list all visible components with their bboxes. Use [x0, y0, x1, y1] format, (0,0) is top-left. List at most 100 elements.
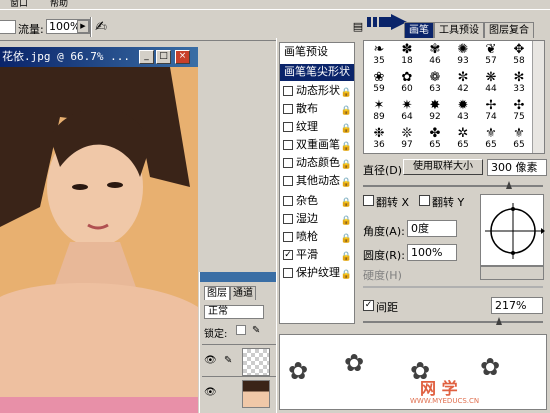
brush-tip-item[interactable]: ✣ 75: [506, 99, 532, 122]
checkbox[interactable]: [283, 268, 293, 278]
sidebar-item-scattering[interactable]: 散布 🔒: [280, 101, 354, 118]
brush-tip-size: 58: [513, 56, 525, 66]
brush-tip-size: 63: [429, 84, 441, 94]
layer-row[interactable]: 👁: [202, 376, 276, 410]
brush-tip-item[interactable]: ✢ 74: [478, 99, 504, 122]
sidebar-item-other-dynamics[interactable]: 其他动态 🔒: [280, 173, 354, 190]
brush-tip-item[interactable]: ❀ 59: [366, 71, 392, 94]
palette-toggle-icon[interactable]: ▤: [350, 19, 366, 34]
checkbox[interactable]: [283, 86, 293, 96]
checkbox-checked[interactable]: ✓: [283, 250, 293, 260]
blend-mode-select[interactable]: 正常: [204, 305, 264, 319]
checkbox[interactable]: [283, 196, 293, 206]
lock-icon: 🔒: [340, 88, 352, 98]
lock-brush-icon[interactable]: ✎: [252, 325, 264, 337]
brush-tip-item[interactable]: ✻ 33: [506, 71, 532, 94]
flow-dropdown-button[interactable]: ▶: [77, 20, 89, 33]
sidebar-item-airbrush[interactable]: 喷枪 🔒: [280, 229, 354, 246]
portrait-illustration: [0, 67, 198, 413]
tab-tool-presets[interactable]: 工具预设: [434, 22, 484, 38]
spacing-checkbox[interactable]: ✓: [363, 300, 374, 311]
tab-layer-comps[interactable]: 图层复合: [484, 22, 534, 38]
roundness-input[interactable]: 100%: [407, 244, 457, 261]
brush-tip-item[interactable]: ❁ 63: [422, 71, 448, 94]
minimize-button[interactable]: _: [139, 50, 154, 64]
sidebar-item-color-dynamics[interactable]: 动态颜色 🔒: [280, 155, 354, 172]
tab-brushes[interactable]: 画笔: [404, 22, 434, 38]
angle-roundness-widget[interactable]: [480, 194, 545, 266]
sidebar-item-brush-tip-shape[interactable]: 画笔笔尖形状: [280, 64, 354, 81]
close-button[interactable]: ×: [175, 50, 190, 64]
brush-tip-item[interactable]: ⚜ 65: [506, 127, 532, 150]
brush-tip-item[interactable]: ✲ 65: [450, 127, 476, 150]
use-sample-size-button[interactable]: 使用取样大小: [403, 159, 483, 175]
layers-panel: 图层 通道 正常 锁定: ✎ 👁 ✎ 👁: [199, 272, 276, 413]
sidebar-item-smoothing[interactable]: ✓ 平滑 🔒: [280, 247, 354, 264]
spacing-slider[interactable]: [363, 321, 543, 323]
eye-icon[interactable]: 👁: [204, 355, 217, 366]
tab-layers[interactable]: 图层: [204, 286, 230, 300]
checkbox[interactable]: [283, 214, 293, 224]
brush-tip-size: 89: [373, 112, 385, 122]
brush-tip-item[interactable]: ✹ 43: [450, 99, 476, 122]
brush-tip-item[interactable]: ❧ 35: [366, 43, 392, 66]
angle-input[interactable]: 0度: [407, 220, 457, 237]
layer-row[interactable]: 👁 ✎: [202, 344, 276, 378]
checkbox[interactable]: [283, 104, 293, 114]
brush-tip-item[interactable]: ✼ 42: [450, 71, 476, 94]
brush-tip-icon: ✹: [457, 98, 469, 113]
sidebar-item-brush-presets[interactable]: 画笔预设: [280, 44, 354, 61]
brush-tip-item[interactable]: ❦ 57: [478, 43, 504, 66]
diameter-input[interactable]: 300 像素: [487, 159, 547, 176]
brush-tip-item[interactable]: ✸ 92: [422, 99, 448, 122]
brush-tip-icon: ✽: [401, 42, 413, 57]
roundness-label: 圆度(R):: [363, 249, 405, 262]
spacing-slider-thumb[interactable]: [496, 317, 502, 325]
layers-titlebar[interactable]: [200, 272, 276, 282]
brush-tip-item[interactable]: ✺ 93: [450, 43, 476, 66]
brush-tip-item[interactable]: ✷ 64: [394, 99, 420, 122]
layers-tabs: 图层 通道: [204, 286, 256, 300]
brush-tip-item[interactable]: ✿ 60: [394, 71, 420, 94]
brush-tip-icon: ✤: [429, 126, 441, 141]
brush-tip-item[interactable]: ❊ 97: [394, 127, 420, 150]
spacing-input[interactable]: 217%: [491, 297, 543, 314]
flip-x-checkbox[interactable]: [363, 195, 374, 206]
sidebar-item-texture[interactable]: 纹理 🔒: [280, 119, 354, 136]
brush-tip-item[interactable]: ⚜ 65: [478, 127, 504, 150]
checkbox[interactable]: [283, 122, 293, 132]
lock-label: 锁定:: [204, 329, 228, 340]
checkbox[interactable]: [283, 176, 293, 186]
lock-transparency-checkbox[interactable]: [236, 325, 246, 335]
brush-tip-item[interactable]: ✶ 89: [366, 99, 392, 122]
sidebar-item-dual-brush[interactable]: 双重画笔 🔒: [280, 137, 354, 154]
brush-stroke-preview: ✿ ✿ ✿ ✿ 网 学 WWW.MYEDUCS.CN: [279, 334, 547, 410]
maximize-button[interactable]: □: [156, 50, 171, 64]
sidebar-item-wet-edges[interactable]: 湿边 🔒: [280, 211, 354, 228]
brush-tip-item[interactable]: ❉ 36: [366, 127, 392, 150]
checkbox[interactable]: [283, 158, 293, 168]
brush-tip-item[interactable]: ❋ 44: [478, 71, 504, 94]
flip-y-checkbox[interactable]: [419, 195, 430, 206]
brush-tip-item[interactable]: ✥ 58: [506, 43, 532, 66]
sidebar-item-protect-texture[interactable]: 保护纹理 🔒: [280, 265, 354, 282]
layer-thumbnail: [242, 380, 270, 408]
hardness-label: 硬度(H): [363, 269, 402, 282]
sidebar-item-noise[interactable]: 杂色 🔒: [280, 193, 354, 210]
mode-select[interactable]: [0, 20, 16, 34]
checkbox[interactable]: [283, 140, 293, 150]
sidebar-item-shape-dynamics[interactable]: 动态形状 🔒: [280, 83, 354, 100]
brush-tip-item[interactable]: ✤ 65: [422, 127, 448, 150]
diameter-slider[interactable]: [363, 185, 543, 187]
brush-tip-item[interactable]: ✾ 46: [422, 43, 448, 66]
brush-tip-item[interactable]: ✽ 18: [394, 43, 420, 66]
airbrush-icon[interactable]: ✍: [92, 18, 110, 36]
menu-window[interactable]: 窗口: [10, 0, 28, 9]
menu-help[interactable]: 帮助: [50, 0, 68, 9]
brush-tip-icon: ⚜: [485, 126, 497, 141]
tab-channels[interactable]: 通道: [230, 286, 256, 300]
eye-icon[interactable]: 👁: [204, 387, 217, 398]
tip-grid-scrollbar[interactable]: [532, 41, 544, 153]
diameter-slider-thumb[interactable]: [506, 181, 512, 189]
checkbox[interactable]: [283, 232, 293, 242]
